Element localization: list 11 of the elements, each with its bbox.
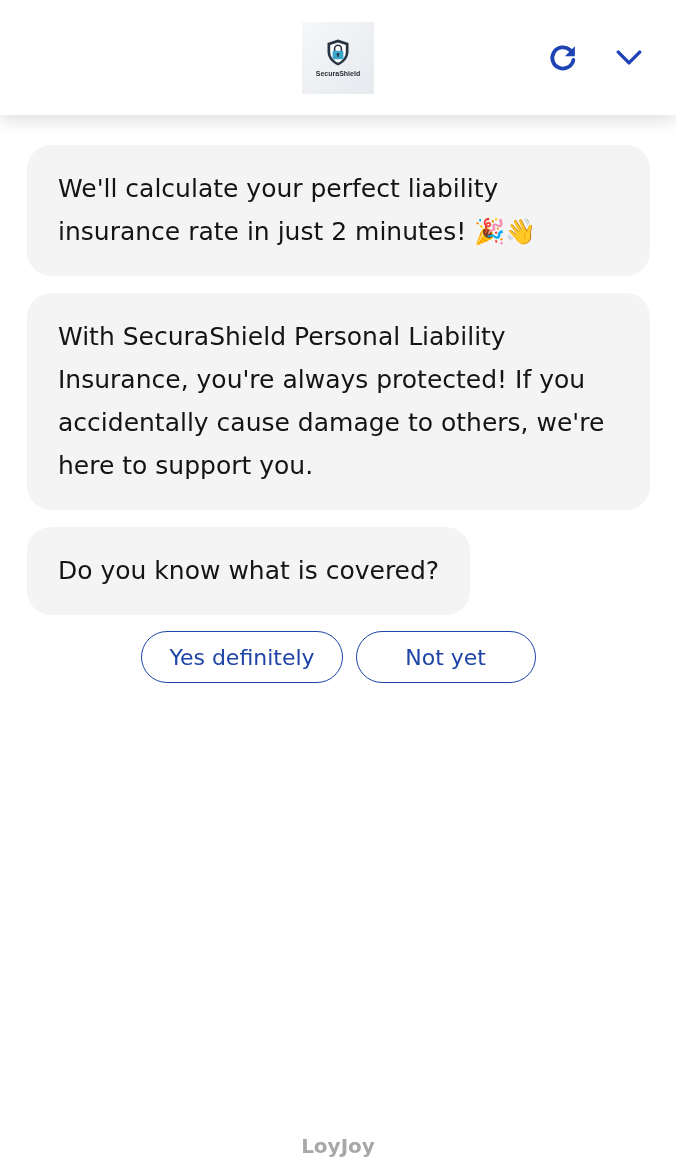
chevron-down-icon — [616, 50, 642, 65]
footer-brand-text: LoyJoy — [301, 1134, 375, 1158]
refresh-icon — [548, 42, 578, 73]
chat-message: With SecuraShield Personal Liability Insurance, you're always protected! If you accidentally cause damage to others, we're here to support you. — [27, 293, 650, 510]
quick-reply-button[interactable]: Yes definitely — [141, 631, 343, 683]
emoji-icon: 👋 — [505, 217, 537, 246]
chat-message: We'll calculate your perfect liability insurance rate in just 2 minutes! 🎉👋 — [27, 145, 650, 276]
shield-lock-icon — [326, 38, 350, 67]
quick-reply-button[interactable]: Not yet — [355, 631, 536, 683]
chat-message: Do you know what is covered? — [27, 527, 471, 615]
emoji-icon: 🎉 — [474, 217, 506, 246]
